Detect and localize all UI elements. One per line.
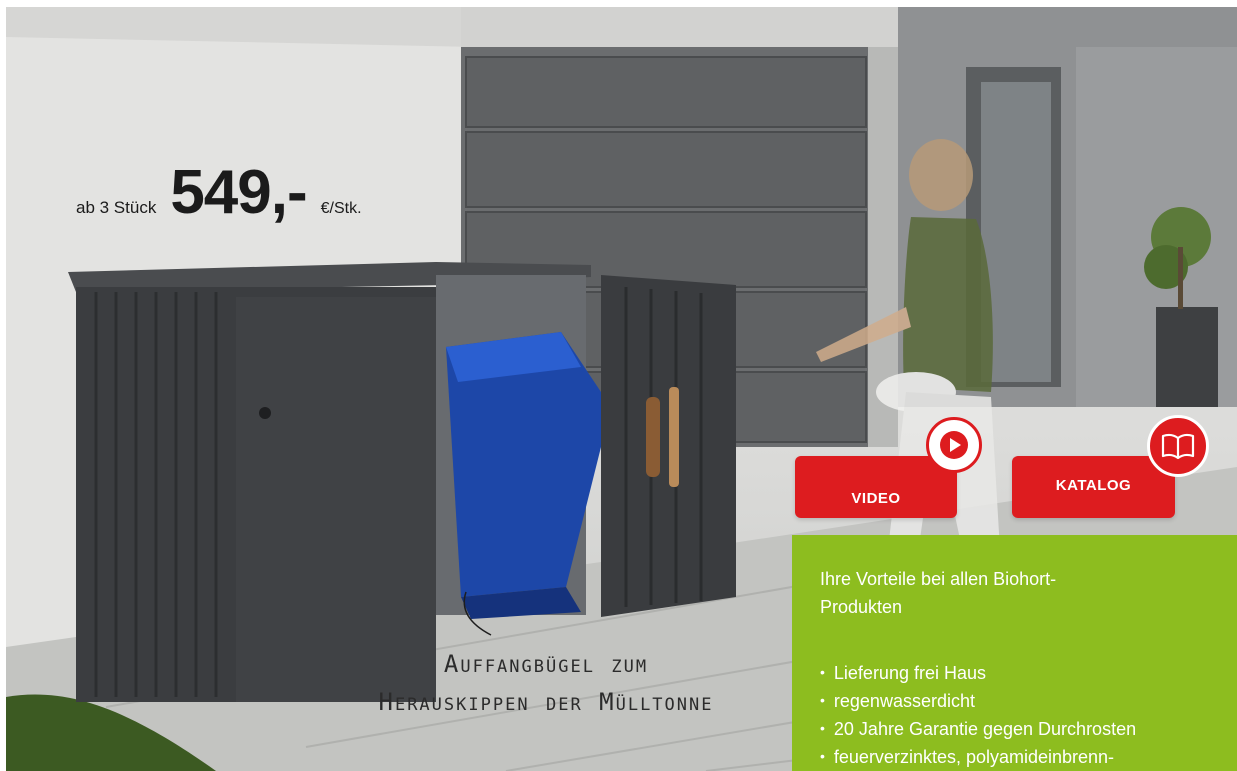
price-unit: €/Stk. <box>320 200 362 217</box>
caption-line-1: Auffangbügel zum <box>443 650 649 678</box>
price-prefix: ab 3 Stück <box>76 198 157 217</box>
katalog-button[interactable]: KATALOG <box>1012 456 1175 518</box>
benefit-item: regenwasserdicht <box>820 687 1136 715</box>
katalog-button-label: KATALOG <box>1055 476 1132 494</box>
benefit-item: 20 Jahre Garantie gegen Durchrosten <box>820 715 1136 743</box>
price-tag: ab 3 Stück 549,- €/Stk. <box>76 157 362 228</box>
benefits-heading: Ihre Vorteile bei allen Biohort-Produkte… <box>820 569 1057 617</box>
price-amount: 549,- <box>170 158 307 227</box>
benefits-panel: Ihre Vorteile bei allen Biohort-Produkte… <box>792 535 1237 771</box>
play-icon[interactable] <box>926 417 982 473</box>
hero-image: ab 3 Stück 549,- €/Stk. Auffangbügel zum… <box>6 7 1237 771</box>
benefit-item: feuerverzinktes, polyamideinbrenn- <box>820 743 1136 771</box>
benefits-list: Lieferung frei Haus regenwasserdicht 20 … <box>820 659 1136 771</box>
benefit-item: Lieferung frei Haus <box>820 659 1136 687</box>
video-button-label: VIDEO <box>851 489 901 507</box>
feature-caption: Auffangbügel zum Herauskippen der Müllto… <box>351 645 741 721</box>
video-button[interactable]: VIDEO <box>795 456 957 518</box>
caption-line-2: Herauskippen der Mülltonne <box>378 688 714 716</box>
play-glyph <box>940 431 968 459</box>
book-glyph <box>1161 433 1195 460</box>
book-icon[interactable] <box>1147 415 1209 477</box>
